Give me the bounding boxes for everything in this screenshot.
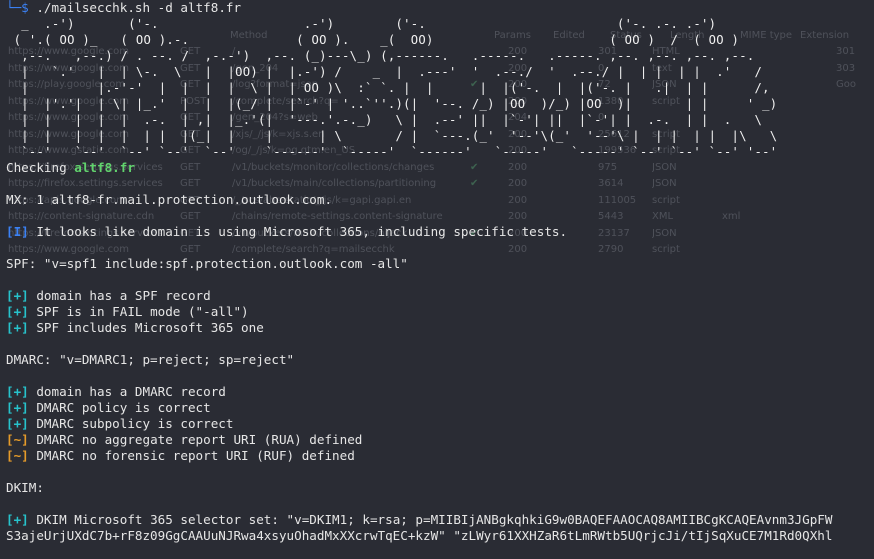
warning-text: DMARC no aggregate report URI (RUA) defi… [28, 432, 363, 447]
mx-line: MX: 1 altf8-fr.mail.protection.outlook.c… [6, 192, 333, 207]
background-table-cell: Goo [836, 79, 856, 90]
banner-line: | | | | | .-. | ,| |_.'(| '---.'.-._) \ … [6, 113, 763, 127]
banner-line: | |.-'-' | | | | \ | | OO )\ :` `. | | |… [6, 81, 770, 95]
check-text: DMARC subpolicy is correct [28, 416, 234, 431]
check-text: domain has a DMARC record [28, 384, 226, 399]
ok-tag: [+] [6, 384, 29, 399]
command-text: ./mailsecchk.sh -d altf8.fr [36, 0, 242, 15]
check-text: DMARC policy is correct [28, 400, 211, 415]
spf-check-line: [+] SPF is in FAIL mode ("-all") [6, 304, 832, 320]
banner-line: `--' `--' `--' `--' `--' `------' `-----… [6, 145, 778, 159]
ok-tag: [+] [6, 288, 29, 303]
ascii-banner: _ .-') ('-. .-') ('-. ('-. .-. .-') ( '.… [6, 16, 832, 160]
warn-tag: [~] [6, 448, 29, 463]
banner-line: ( '.( OO )_ ( OO ).-. ( OO ). _( OO) ( O… [6, 33, 740, 47]
dkim-heading: DKIM: [6, 480, 44, 495]
spf-record-line: SPF: "v=spf1 include:spf.protection.outl… [6, 256, 408, 271]
background-table-cell: 301 [836, 46, 856, 57]
check-text: DKIM Microsoft 365 selector set: "v=DKIM… [28, 512, 833, 527]
banner-line: | | | | | | | |(_| | | | \ / | `---.(_' … [6, 129, 778, 143]
spf-check-line: [+] SPF includes Microsoft 365 one [6, 320, 832, 336]
ok-tag: [+] [6, 400, 29, 415]
banner-line: ,--. ,--.) / . --. / ,-.-') ,--. (_)---\… [6, 49, 755, 63]
checking-line: Checking altf8.fr [6, 160, 832, 176]
dmarc-check-line: [+] DMARC subpolicy is correct [6, 416, 832, 432]
spf-check-line: [+] domain has a SPF record [6, 288, 832, 304]
ok-tag: [+] [6, 304, 29, 319]
dmarc-warning-line: [~] DMARC no forensic report URI (RUF) d… [6, 448, 832, 464]
check-text: domain has a SPF record [28, 288, 211, 303]
dkim-check-line: [+] DKIM Microsoft 365 selector set: "v=… [6, 512, 832, 528]
info-text: It looks like domain is using Microsoft … [28, 224, 568, 239]
prompt-line: └─$ ./mailsecchk.sh -d altf8.fr [6, 0, 832, 16]
dkim-continuation-line: S3ajeUrjUXdC7b+rF8z09GgCAAUuNJRwa4xsyuOh… [6, 528, 833, 543]
ok-tag: [+] [6, 512, 29, 527]
checked-domain: altf8.fr [74, 160, 135, 175]
check-text: SPF includes Microsoft 365 one [28, 320, 264, 335]
banner-line: _ .-') ('-. .-') ('-. ('-. .-. .-') [6, 17, 717, 31]
warn-tag: [~] [6, 432, 29, 447]
warning-text: DMARC no forensic report URI (RUF) defin… [28, 448, 355, 463]
ok-tag: [+] [6, 416, 29, 431]
ok-tag: [+] [6, 320, 29, 335]
dmarc-record-line: DMARC: "v=DMARC1; p=reject; sp=reject" [6, 352, 295, 367]
background-table-cell: 303 [836, 62, 856, 74]
info-line: [I] It looks like domain is using Micros… [6, 224, 832, 240]
dmarc-warning-line: [~] DMARC no aggregate report URI (RUA) … [6, 432, 832, 448]
info-tag: [I] [6, 224, 29, 239]
banner-line: | `.' | | \-. \ | |OO) | |.-') / _ | .--… [6, 65, 763, 79]
checking-label: Checking [6, 160, 75, 175]
check-text: SPF is in FAIL mode ("-all") [28, 304, 249, 319]
banner-line: | |'.'| | \| |_.' | | |(_/ | |`-' | '..`… [6, 97, 778, 111]
terminal-output: └─$ ./mailsecchk.sh -d altf8.fr _ .-') (… [6, 0, 832, 544]
dmarc-check-line: [+] domain has a DMARC record [6, 384, 832, 400]
prompt-corner: └─$ [6, 0, 29, 15]
dmarc-check-line: [+] DMARC policy is correct [6, 400, 832, 416]
